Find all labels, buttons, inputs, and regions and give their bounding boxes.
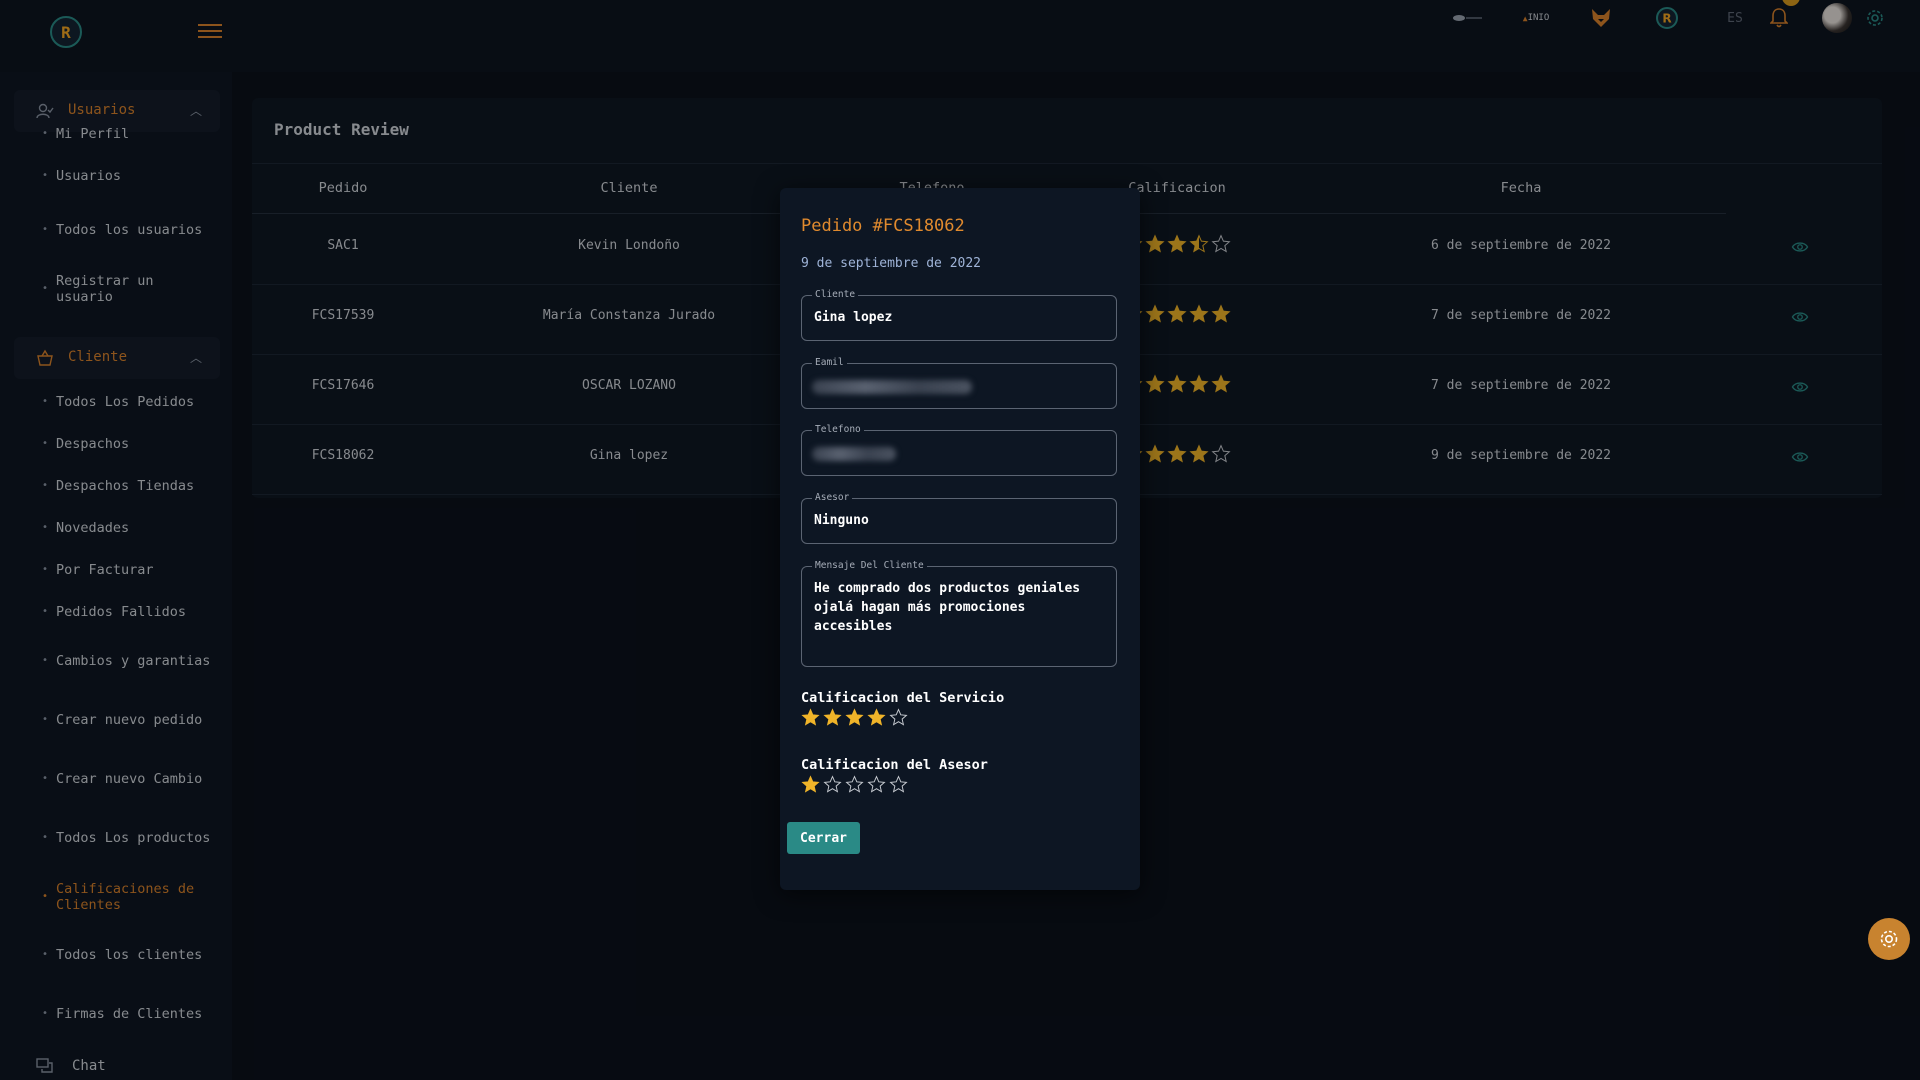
advisor-empty-star-icon xyxy=(889,775,908,793)
cliente-field[interactable]: Cliente Gina lopez xyxy=(801,289,1117,341)
field-label: Mensaje Del Cliente xyxy=(812,560,927,572)
gear-icon xyxy=(1880,930,1898,948)
advisor-empty-star-icon xyxy=(823,775,842,793)
review-detail-modal: Pedido #FCS18062 9 de septiembre de 2022… xyxy=(780,188,1140,890)
field-label: Telefono xyxy=(812,424,864,436)
asesor-field[interactable]: Asesor Ninguno xyxy=(801,492,1117,544)
service-full-star-icon xyxy=(801,708,820,726)
service-full-star-icon xyxy=(823,708,842,726)
settings-fab[interactable] xyxy=(1868,918,1910,960)
advisor-rating-stars[interactable] xyxy=(801,775,908,794)
service-rating-label: Calificacion del Servicio xyxy=(801,690,1005,706)
redacted-value xyxy=(812,447,896,461)
close-button[interactable]: Cerrar xyxy=(787,822,860,854)
advisor-empty-star-icon xyxy=(845,775,864,793)
field-value: Gina lopez xyxy=(814,310,893,325)
advisor-full-star-icon xyxy=(801,775,820,793)
service-full-star-icon xyxy=(867,708,886,726)
mensaje-cliente-field[interactable]: Mensaje Del Cliente He comprado dos prod… xyxy=(801,560,1117,667)
field-value: He comprado dos productos geniales ojalá… xyxy=(814,581,1081,634)
service-rating-stars[interactable] xyxy=(801,708,908,727)
email-field[interactable]: Eamil xyxy=(801,357,1117,409)
redacted-value xyxy=(812,380,972,394)
field-value: Ninguno xyxy=(814,513,869,528)
field-label: Asesor xyxy=(812,492,853,504)
modal-date: 9 de septiembre de 2022 xyxy=(801,256,982,271)
field-label: Eamil xyxy=(812,357,847,369)
advisor-rating-label: Calificacion del Asesor xyxy=(801,757,988,773)
field-label: Cliente xyxy=(812,289,859,301)
service-full-star-icon xyxy=(845,708,864,726)
modal-title: Pedido #FCS18062 xyxy=(801,216,965,236)
telefono-field[interactable]: Telefono xyxy=(801,424,1117,476)
service-empty-star-icon xyxy=(889,708,908,726)
advisor-empty-star-icon xyxy=(867,775,886,793)
